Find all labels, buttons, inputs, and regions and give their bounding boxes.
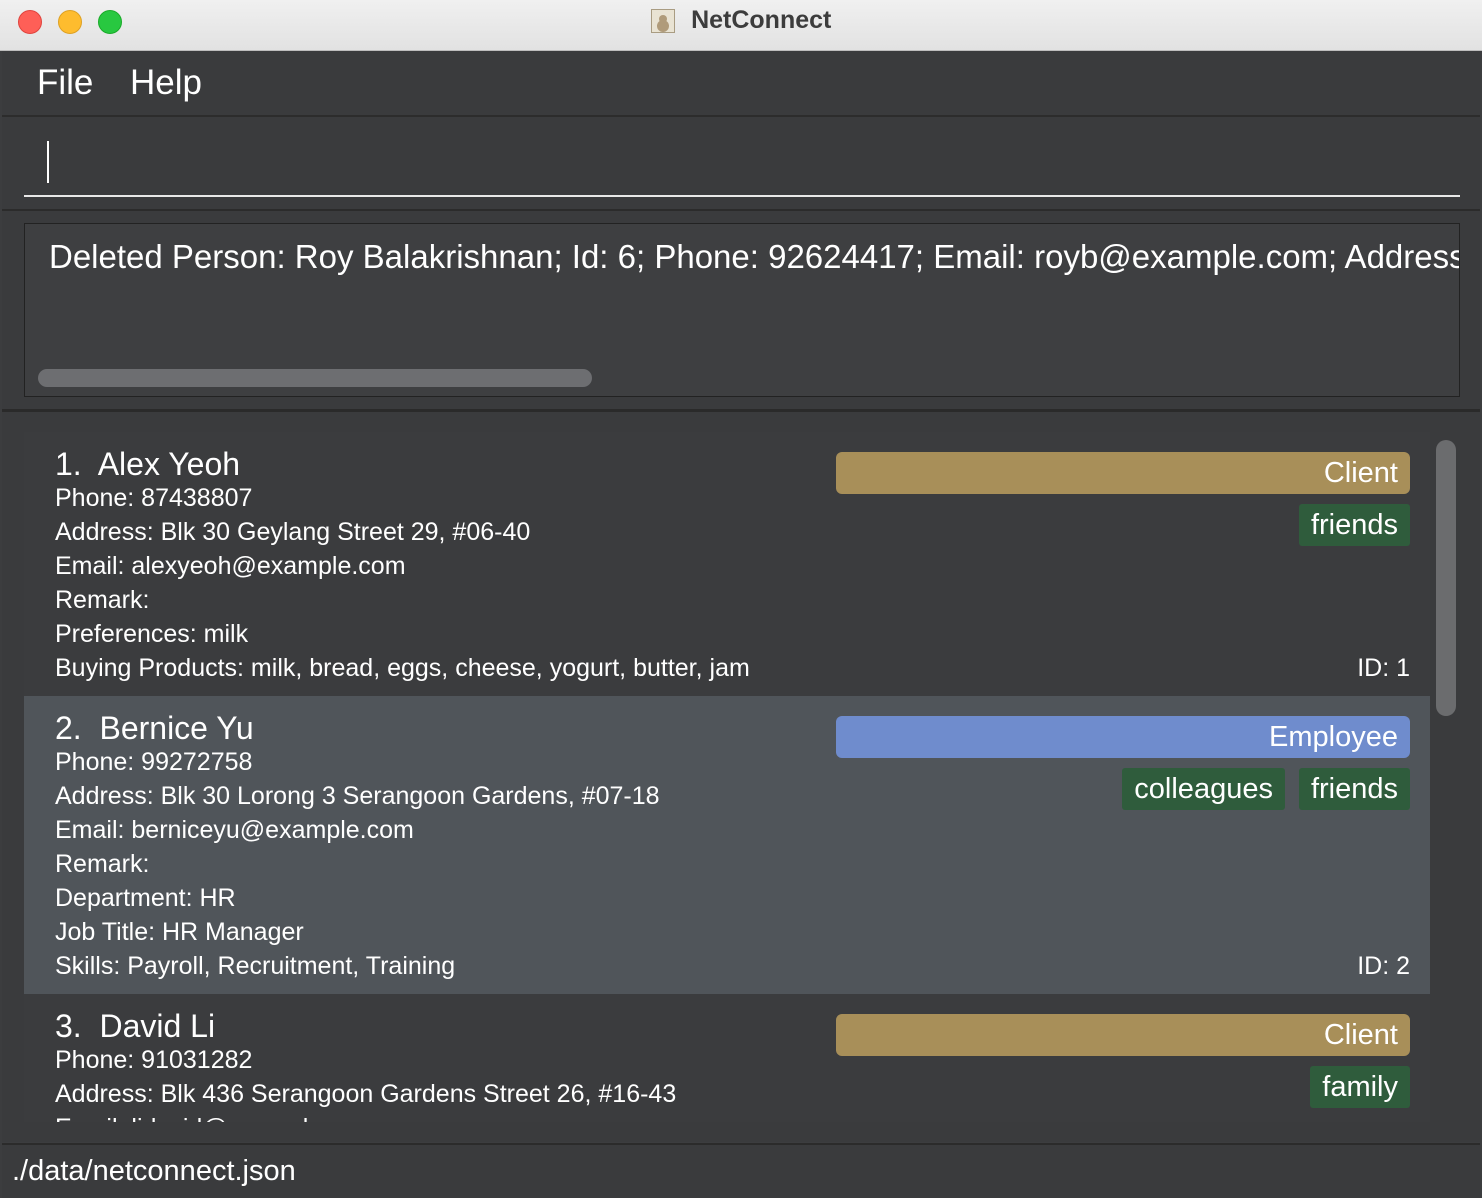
person-email: Email: alexyeoh@example.com (55, 552, 406, 580)
person-card-selected[interactable]: 2. Bernice Yu Phone: 99272758 Address: B… (24, 696, 1430, 994)
person-list-panel: 1. Alex Yeoh Phone: 87438807 Address: Bl… (2, 412, 1480, 1142)
person-remark: Remark: (55, 850, 150, 878)
person-list-vertical-scrollbar[interactable] (1436, 440, 1456, 716)
command-input[interactable] (24, 131, 1460, 197)
person-address: Address: Blk 30 Geylang Street 29, #06-4… (55, 518, 531, 546)
person-email: Email: lidavid@example.com (55, 1114, 376, 1122)
person-buying-products: Buying Products: milk, bread, eggs, chee… (55, 654, 750, 682)
person-address: Address: Blk 436 Serangoon Gardens Stree… (55, 1080, 677, 1108)
person-card[interactable]: 1. Alex Yeoh Phone: 87438807 Address: Bl… (24, 432, 1430, 696)
menu-help[interactable]: Help (130, 63, 202, 103)
result-display-panel: Deleted Person: Roy Balakrishnan; Id: 6;… (2, 211, 1480, 412)
tag-list: family (1310, 1066, 1410, 1108)
role-badge-employee: Employee (836, 716, 1410, 758)
person-name: 2. Bernice Yu (55, 710, 254, 747)
text-caret (47, 141, 49, 183)
tag-friends: friends (1298, 504, 1410, 546)
person-phone: Phone: 99272758 (55, 748, 253, 776)
person-preferences: Preferences: milk (55, 620, 249, 648)
menu-bar: File Help (2, 51, 1480, 117)
role-badge-client: Client (836, 452, 1410, 494)
person-phone: Phone: 91031282 (55, 1046, 253, 1074)
window-title: NetConnect (691, 6, 832, 34)
title-bar: NetConnect (0, 0, 1482, 51)
tag-friends: friends (1298, 768, 1410, 810)
person-department: Department: HR (55, 884, 236, 912)
person-name: 3. David Li (55, 1008, 215, 1045)
window-title-group: NetConnect (0, 6, 1482, 38)
result-message: Deleted Person: Roy Balakrishnan; Id: 6;… (49, 238, 1460, 275)
tag-family: family (1310, 1066, 1410, 1108)
person-name-text: Alex Yeoh (97, 446, 241, 482)
contacts-app-icon (650, 8, 675, 33)
person-id: ID: 2 (1357, 952, 1410, 980)
command-box (2, 117, 1480, 211)
result-display[interactable]: Deleted Person: Roy Balakrishnan; Id: 6;… (24, 223, 1460, 397)
person-phone: Phone: 87438807 (55, 484, 253, 512)
person-index: 1. (55, 446, 82, 482)
person-address: Address: Blk 30 Lorong 3 Serangoon Garde… (55, 782, 660, 810)
person-name-text: Bernice Yu (99, 710, 254, 746)
result-horizontal-scrollbar[interactable] (38, 369, 592, 387)
person-name: 1. Alex Yeoh (55, 446, 240, 483)
person-remark: Remark: (55, 586, 150, 614)
person-job-title: Job Title: HR Manager (55, 918, 304, 946)
person-skills: Skills: Payroll, Recruitment, Training (55, 952, 456, 980)
person-index: 2. (55, 710, 82, 746)
person-email: Email: berniceyu@example.com (55, 816, 414, 844)
person-name-text: David Li (99, 1008, 216, 1044)
tag-list: colleagues friends (1122, 768, 1410, 810)
tag-list: friends (1298, 504, 1410, 546)
tag-colleagues: colleagues (1122, 768, 1285, 810)
person-card[interactable]: 3. David Li Phone: 91031282 Address: Blk… (24, 994, 1430, 1122)
person-id: ID: 1 (1357, 654, 1410, 682)
role-badge-client: Client (836, 1014, 1410, 1056)
data-file-path: ./data/netconnect.json (12, 1155, 296, 1187)
person-index: 3. (55, 1008, 82, 1044)
menu-file[interactable]: File (37, 63, 93, 103)
app-window: NetConnect File Help Deleted Person: Roy… (0, 0, 1482, 1198)
status-bar: ./data/netconnect.json (2, 1143, 1480, 1198)
person-list: 1. Alex Yeoh Phone: 87438807 Address: Bl… (24, 432, 1430, 1122)
